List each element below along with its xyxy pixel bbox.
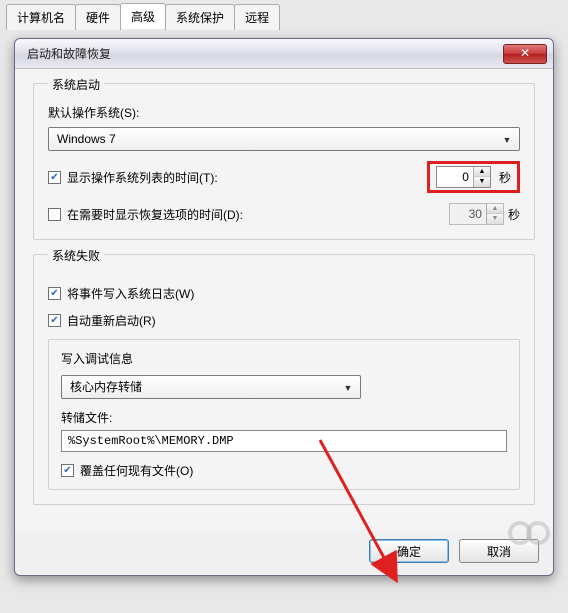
dialog-title: 启动和故障恢复 <box>27 45 503 62</box>
system-failure-group: 系统失败 将事件写入系统日志(W) 自动重新启动(R) 写入调试信息 核心内存转… <box>33 254 535 505</box>
spinner-up-icon: ▲ <box>487 204 503 214</box>
debug-info-title: 写入调试信息 <box>61 350 507 367</box>
dump-file-label: 转储文件: <box>61 409 507 426</box>
tab-hardware[interactable]: 硬件 <box>75 4 121 30</box>
write-log-checkbox[interactable] <box>48 287 61 300</box>
tab-computer-name[interactable]: 计算机名 <box>6 4 76 30</box>
seconds-unit-1: 秒 <box>499 169 511 186</box>
write-log-label: 将事件写入系统日志(W) <box>67 285 194 302</box>
auto-restart-label: 自动重新启动(R) <box>67 312 156 329</box>
auto-restart-checkbox[interactable] <box>48 314 61 327</box>
system-startup-title: 系统启动 <box>48 76 104 93</box>
default-os-value: Windows 7 <box>57 132 116 146</box>
watermark-icon <box>514 521 550 545</box>
system-startup-group: 系统启动 默认操作系统(S): Windows 7 ▼ 显示操作系统列表的时间(… <box>33 83 535 240</box>
seconds-unit-2: 秒 <box>508 206 520 223</box>
write-log-row: 将事件写入系统日志(W) <box>48 285 520 302</box>
property-tabs: 计算机名 硬件 高级 系统保护 远程 <box>6 4 279 30</box>
dump-file-input[interactable] <box>61 430 507 452</box>
dialog-body: 系统启动 默认操作系统(S): Windows 7 ▼ 显示操作系统列表的时间(… <box>15 69 553 531</box>
timeout-highlight: ▲ ▼ 秒 <box>427 161 520 193</box>
startup-recovery-dialog: 启动和故障恢复 ✕ 系统启动 默认操作系统(S): Windows 7 ▼ 显示… <box>14 38 554 576</box>
show-os-list-checkbox[interactable] <box>48 171 61 184</box>
overwrite-checkbox[interactable] <box>61 464 74 477</box>
titlebar[interactable]: 启动和故障恢复 ✕ <box>15 39 553 69</box>
os-list-timeout-input[interactable] <box>437 167 473 187</box>
spinner-down-icon: ▼ <box>487 214 503 224</box>
debug-dump-value: 核心内存转储 <box>70 380 142 394</box>
show-os-list-row: 显示操作系统列表的时间(T): ▲ ▼ 秒 <box>48 161 520 193</box>
show-os-list-label: 显示操作系统列表的时间(T): <box>67 169 218 186</box>
recovery-timeout-spinner: ▲ ▼ <box>449 203 504 225</box>
overwrite-row: 覆盖任何现有文件(O) <box>61 462 507 479</box>
ok-button[interactable]: 确定 <box>369 539 449 563</box>
overwrite-label: 覆盖任何现有文件(O) <box>80 462 193 479</box>
tab-remote[interactable]: 远程 <box>234 4 280 30</box>
spinner-up-icon[interactable]: ▲ <box>474 167 490 177</box>
os-list-timeout-spinner[interactable]: ▲ ▼ <box>436 166 491 188</box>
show-recovery-checkbox[interactable] <box>48 208 61 221</box>
spinner-down-icon[interactable]: ▼ <box>474 177 490 187</box>
recovery-timeout-input <box>450 204 486 224</box>
debug-dump-select[interactable]: 核心内存转储 ▼ <box>61 375 361 399</box>
auto-restart-row: 自动重新启动(R) <box>48 312 520 329</box>
chevron-down-icon: ▼ <box>499 132 515 148</box>
system-failure-title: 系统失败 <box>48 247 104 264</box>
close-icon: ✕ <box>520 46 530 60</box>
default-os-label: 默认操作系统(S): <box>48 104 520 121</box>
debug-info-group: 写入调试信息 核心内存转储 ▼ 转储文件: 覆盖任何现有文件(O) <box>48 339 520 490</box>
chevron-down-icon: ▼ <box>340 380 356 396</box>
dialog-footer: 确定 取消 <box>15 531 553 575</box>
tab-advanced[interactable]: 高级 <box>120 3 166 29</box>
show-recovery-label: 在需要时显示恢复选项的时间(D): <box>67 206 243 223</box>
show-recovery-row: 在需要时显示恢复选项的时间(D): ▲ ▼ 秒 <box>48 203 520 225</box>
default-os-select[interactable]: Windows 7 ▼ <box>48 127 520 151</box>
close-button[interactable]: ✕ <box>503 44 547 64</box>
tab-system-protection[interactable]: 系统保护 <box>165 4 235 30</box>
